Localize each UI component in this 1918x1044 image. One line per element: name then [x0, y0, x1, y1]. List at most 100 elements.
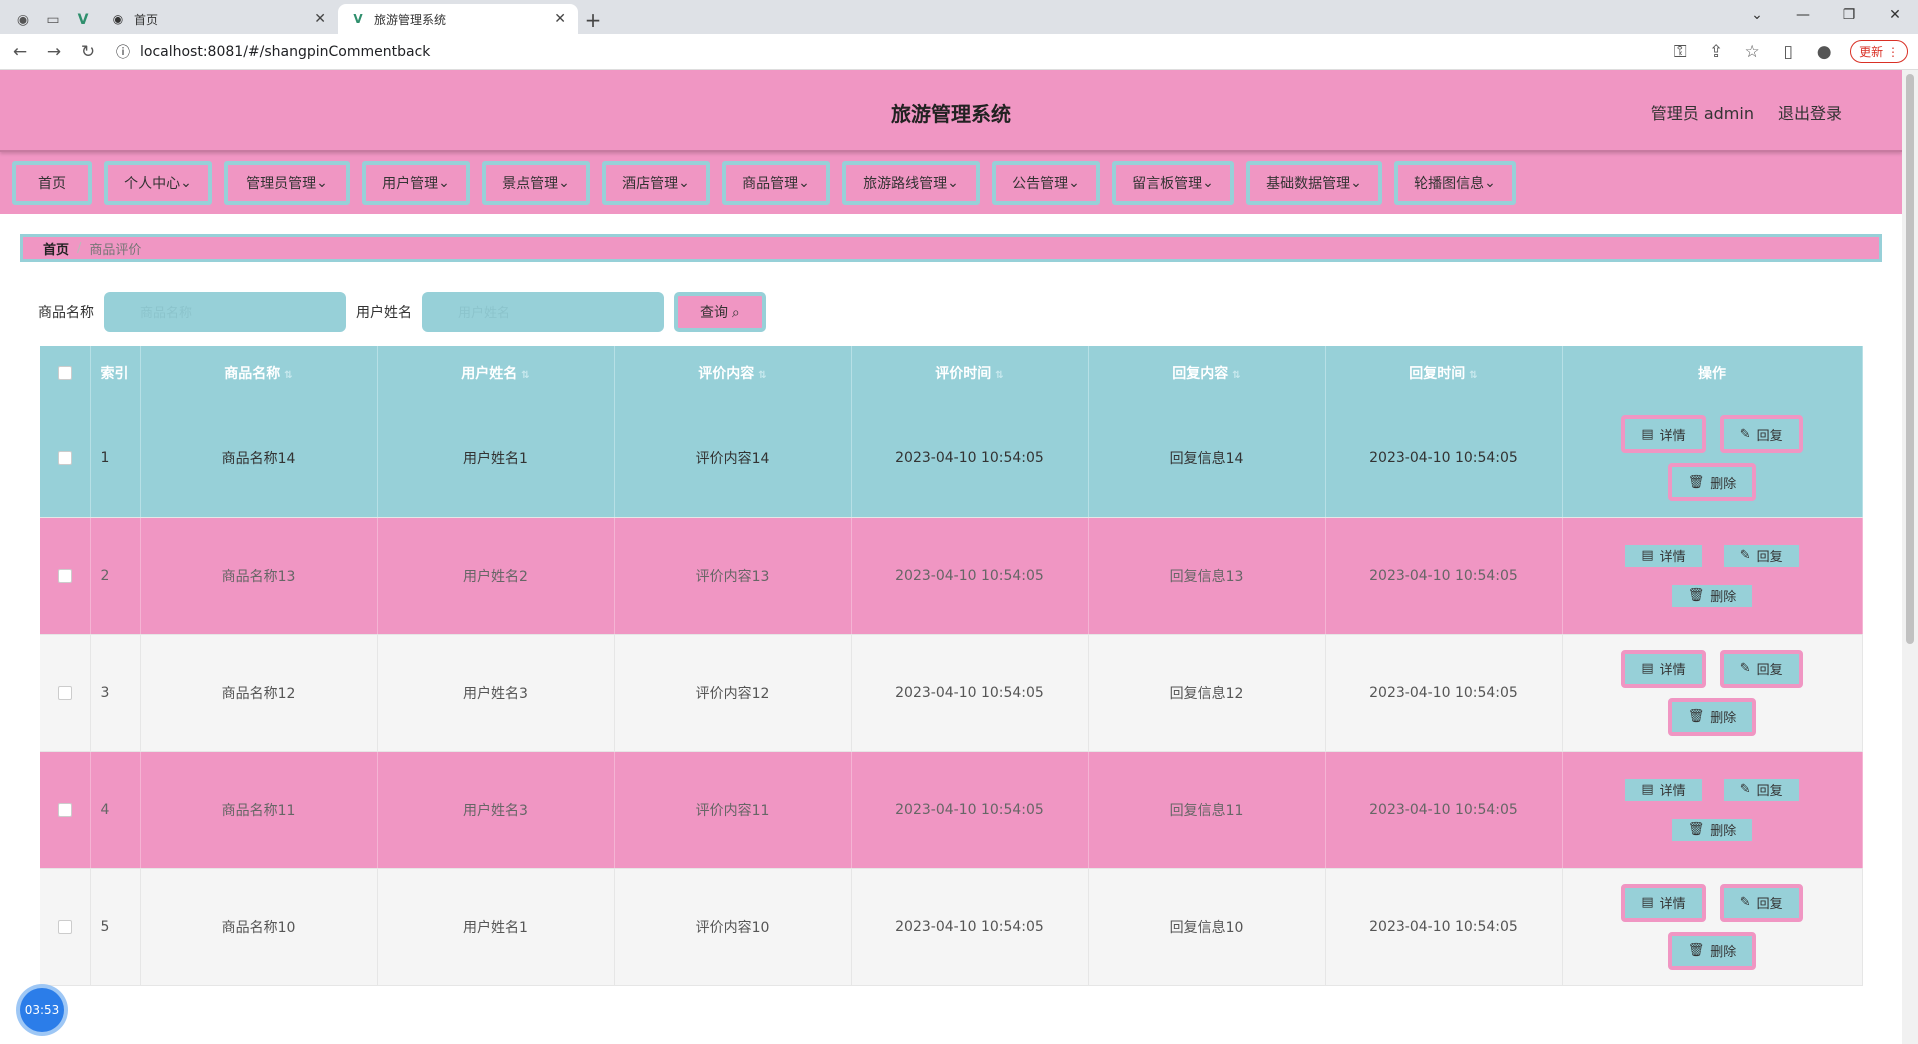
- menu-item-scenic[interactable]: 景点管理 ⌄: [482, 161, 590, 205]
- detail-button[interactable]: ▤ 详情: [1621, 649, 1706, 688]
- header-goods[interactable]: 商品名称 ⇅: [140, 346, 378, 400]
- select-all-header[interactable]: [40, 346, 91, 400]
- row-select[interactable]: [40, 400, 91, 518]
- menu-item-notices[interactable]: 公告管理 ⌄: [992, 161, 1100, 205]
- info-icon[interactable]: ⓘ: [116, 42, 130, 62]
- forward-icon[interactable]: →: [44, 42, 64, 62]
- menu-label: 酒店管理: [622, 176, 679, 192]
- browser-tab-system[interactable]: V 旅游管理系统 ✕: [338, 4, 578, 34]
- edit-icon: ✎: [1739, 548, 1751, 563]
- page-title: 旅游管理系统: [891, 102, 1011, 126]
- table-row: 2 商品名称13 用户姓名2 评价内容13 2023-04-10 10:54:0…: [40, 517, 1863, 635]
- reply-label: 回复: [1756, 784, 1783, 799]
- chevron-down-icon: ⌄: [558, 175, 570, 191]
- detail-label: 详情: [1659, 550, 1686, 565]
- reply-button[interactable]: ✎ 回复: [1719, 649, 1803, 688]
- profile-icon[interactable]: ●: [1814, 42, 1834, 62]
- url-field[interactable]: ⓘ localhost:8081/#/shangpinCommentback: [116, 42, 430, 62]
- cell-ops: ▤ 详情 ✎ 回复 🗑 删除: [1562, 868, 1863, 986]
- scrollbar-thumb[interactable]: [1906, 74, 1914, 644]
- menu-label: 用户管理: [382, 176, 439, 192]
- trash-icon: 🗑: [1687, 943, 1705, 958]
- detail-label: 详情: [1659, 663, 1686, 678]
- menu-item-home[interactable]: 首页: [12, 161, 92, 205]
- breadcrumb-home[interactable]: 首页: [43, 239, 69, 258]
- menu-label: 留言板管理: [1132, 176, 1203, 192]
- key-icon[interactable]: ⚿: [1670, 42, 1690, 62]
- pinned-tab-globe-icon[interactable]: ◉: [8, 6, 38, 34]
- menu-item-carousel[interactable]: 轮播图信息 ⌄: [1394, 161, 1516, 205]
- menu-item-goods[interactable]: 商品管理 ⌄: [722, 161, 830, 205]
- row-checkbox[interactable]: [57, 685, 72, 700]
- detail-button[interactable]: ▤ 详情: [1621, 883, 1706, 922]
- detail-button[interactable]: ▤ 详情: [1621, 774, 1706, 805]
- menu-item-admin[interactable]: 管理员管理 ⌄: [224, 161, 350, 205]
- back-icon[interactable]: ←: [10, 42, 30, 62]
- close-icon[interactable]: ✕: [314, 11, 326, 27]
- edit-icon: ✎: [1739, 661, 1751, 676]
- header-user[interactable]: 用户姓名 ⇅: [377, 346, 615, 400]
- sidebar-icon[interactable]: ▯: [1778, 42, 1798, 62]
- row-checkbox[interactable]: [57, 568, 72, 583]
- sort-icon[interactable]: ⇅: [995, 370, 1003, 381]
- row-checkbox[interactable]: [57, 451, 72, 466]
- sort-icon[interactable]: ⇅: [1232, 370, 1240, 381]
- reply-button[interactable]: ✎ 回复: [1719, 883, 1803, 922]
- tab-search-icon[interactable]: ⌄: [1734, 0, 1780, 30]
- browser-tab-home[interactable]: ◉ 首页 ✕: [98, 4, 338, 34]
- header-reply[interactable]: 回复内容 ⇅: [1088, 346, 1326, 400]
- sort-icon[interactable]: ⇅: [1469, 370, 1477, 381]
- detail-button[interactable]: ▤ 详情: [1621, 540, 1706, 571]
- cell-ops: ▤ 详情 ✎ 回复 🗑 删除: [1562, 517, 1863, 635]
- row-select[interactable]: [40, 634, 91, 752]
- update-button[interactable]: 更新 ⋮: [1850, 40, 1908, 63]
- menu-label: 管理员管理: [246, 176, 317, 192]
- delete-button[interactable]: 🗑 删除: [1667, 580, 1757, 611]
- chevron-down-icon: ⌄: [1202, 175, 1214, 191]
- header-time[interactable]: 评价时间 ⇅: [851, 346, 1089, 400]
- menu-item-users[interactable]: 用户管理 ⌄: [362, 161, 470, 205]
- header-content[interactable]: 评价内容 ⇅: [614, 346, 852, 400]
- row-select[interactable]: [40, 751, 91, 869]
- pinned-tab-vue-icon[interactable]: V: [68, 6, 98, 34]
- minimize-button[interactable]: —: [1780, 0, 1826, 30]
- row-checkbox[interactable]: [57, 802, 72, 817]
- menu-item-basedata[interactable]: 基础数据管理 ⌄: [1246, 161, 1382, 205]
- menu-item-routes[interactable]: 旅游路线管理 ⌄: [842, 161, 980, 205]
- sort-icon[interactable]: ⇅: [521, 370, 529, 381]
- user-name-input[interactable]: [422, 292, 664, 332]
- delete-button[interactable]: 🗑 删除: [1667, 697, 1757, 736]
- query-button[interactable]: 查询 ⌕: [674, 292, 766, 332]
- row-checkbox[interactable]: [57, 919, 72, 934]
- restore-button[interactable]: ❐: [1826, 0, 1872, 30]
- delete-button[interactable]: 🗑 删除: [1667, 814, 1757, 845]
- close-window-button[interactable]: ✕: [1872, 0, 1918, 30]
- header-reply-time[interactable]: 回复时间 ⇅: [1325, 346, 1563, 400]
- row-select[interactable]: [40, 517, 91, 635]
- goods-name-input[interactable]: [104, 292, 346, 332]
- reply-button[interactable]: ✎ 回复: [1719, 415, 1803, 454]
- reply-button[interactable]: ✎ 回复: [1719, 540, 1803, 571]
- chevron-down-icon: ⌄: [798, 175, 810, 191]
- star-icon[interactable]: ☆: [1742, 42, 1762, 62]
- select-all-checkbox[interactable]: [57, 366, 72, 380]
- delete-button[interactable]: 🗑 删除: [1667, 463, 1757, 502]
- new-tab-button[interactable]: +: [578, 6, 608, 34]
- sort-icon[interactable]: ⇅: [758, 370, 766, 381]
- share-icon[interactable]: ⇪: [1706, 42, 1726, 62]
- page-scrollbar[interactable]: [1902, 70, 1918, 1044]
- menu-item-profile[interactable]: 个人中心 ⌄: [104, 161, 212, 205]
- pinned-tab-blank-icon[interactable]: ▭: [38, 6, 68, 34]
- close-icon[interactable]: ✕: [554, 11, 566, 27]
- cell-reply-time: 2023-04-10 10:54:05: [1325, 868, 1563, 986]
- delete-button[interactable]: 🗑 删除: [1667, 931, 1757, 970]
- sort-icon[interactable]: ⇅: [284, 370, 292, 381]
- reply-button[interactable]: ✎ 回复: [1719, 774, 1803, 805]
- detail-button[interactable]: ▤ 详情: [1621, 415, 1706, 454]
- recording-timer-badge[interactable]: 03:53: [20, 988, 64, 1032]
- menu-item-hotel[interactable]: 酒店管理 ⌄: [602, 161, 710, 205]
- reload-icon[interactable]: ↻: [78, 42, 98, 62]
- menu-item-messages[interactable]: 留言板管理 ⌄: [1112, 161, 1234, 205]
- logout-link[interactable]: 退出登录: [1778, 100, 1842, 124]
- row-select[interactable]: [40, 868, 91, 986]
